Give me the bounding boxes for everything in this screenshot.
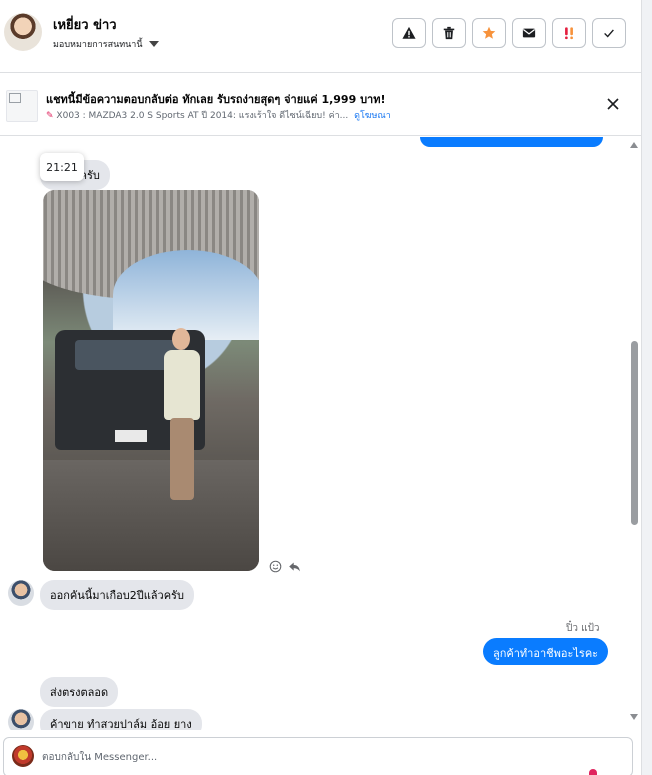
ad-title: แชทนี้มีข้อความตอบกลับต่อ ทักเลย รับรถง่… — [46, 93, 386, 106]
sender-name: ปิ๋ว แป้ว — [566, 623, 600, 634]
mark-done-button[interactable] — [592, 18, 626, 48]
warning-icon — [402, 26, 416, 39]
mark-unread-button[interactable] — [512, 18, 546, 48]
conversation-toolbar — [392, 18, 626, 48]
exclamation-icon — [565, 27, 573, 40]
checkmark-icon — [604, 29, 614, 38]
scroll-down-arrow-icon[interactable] — [630, 714, 638, 720]
reply-composer — [3, 737, 633, 775]
photo-ground — [43, 460, 259, 571]
ad-subtitle-row: ✎ X003 : MAZDA3 2.0 S Sports AT ปี 2014:… — [46, 108, 391, 122]
emoji-react-icon[interactable] — [269, 560, 282, 573]
star-icon — [482, 26, 496, 39]
reply-input[interactable] — [42, 747, 602, 767]
composer-indicator — [589, 769, 597, 775]
view-ad-link[interactable]: ดูโฆษณา — [354, 111, 391, 121]
scrollbar-thumb[interactable] — [631, 341, 638, 525]
reply-icon[interactable] — [288, 560, 301, 573]
star-button[interactable] — [472, 18, 506, 48]
photo-sky — [113, 250, 259, 340]
person-head — [172, 328, 190, 350]
person-body — [164, 350, 200, 420]
message-bubble-incoming[interactable]: ส่งตรงตลอด — [40, 677, 119, 707]
caret-down-icon — [148, 41, 159, 47]
message-bubble-incoming[interactable]: ออกคันนี้มาเกือบ2ปีแล้วครับ — [40, 580, 194, 610]
contact-name[interactable]: เหยี่ยว ข่าว — [53, 14, 117, 35]
contact-avatar-small — [8, 580, 34, 606]
message-actions — [269, 560, 301, 573]
delete-button[interactable] — [432, 18, 466, 48]
photo-person — [160, 328, 204, 508]
ad-thumbnail[interactable] — [6, 90, 38, 122]
conversation-header: เหยี่ยว ข่าว มอบหมายการสนทนานี้ — [0, 0, 641, 73]
scroll-up-arrow-icon[interactable] — [630, 142, 638, 148]
ad-subtitle: X003 : MAZDA3 2.0 S Sports AT ปี 2014: แ… — [56, 111, 349, 121]
person-legs — [170, 418, 194, 500]
close-icon[interactable] — [605, 96, 621, 112]
envelope-icon — [522, 28, 536, 38]
message-bubble-outgoing[interactable]: ลูกค้าทำอาชีพอะไรคะ — [483, 638, 609, 665]
ad-context-banner: แชทนี้มีข้อความตอบกลับต่อ ทักเลย รับรถง่… — [0, 74, 641, 136]
timestamp-tooltip: 21:21 — [40, 153, 84, 181]
page-avatar — [12, 745, 34, 767]
contact-avatar-small — [8, 709, 34, 730]
message-thread[interactable]: 21:21 แนนชัครับ ออกคันนี้มาเกือบ2ปีแล้วค… — [0, 137, 641, 730]
window-edge — [641, 0, 652, 775]
assign-conversation-dropdown[interactable]: มอบหมายการสนทนานี้ — [53, 37, 159, 51]
contact-avatar[interactable] — [4, 13, 42, 51]
message-bubble-incoming[interactable]: ค้าขาย ทำสวยปาล์ม อ้อย ยาง — [40, 709, 202, 730]
message-bubble-outgoing[interactable] — [420, 137, 603, 147]
follow-up-button[interactable] — [552, 18, 586, 48]
pencil-icon: ✎ — [46, 111, 54, 121]
assign-label: มอบหมายการสนทนานี้ — [53, 40, 143, 50]
report-spam-button[interactable] — [392, 18, 426, 48]
trash-icon — [443, 26, 455, 40]
message-photo[interactable] — [43, 190, 259, 571]
